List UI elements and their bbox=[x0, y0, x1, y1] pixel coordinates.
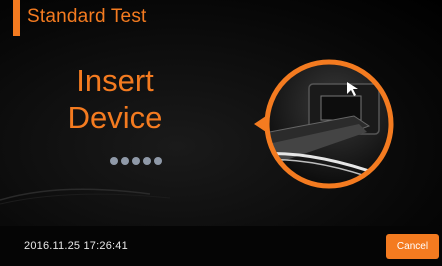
instruction-line-2: Device bbox=[67, 100, 163, 135]
progress-dot bbox=[154, 157, 162, 165]
progress-dot bbox=[132, 157, 140, 165]
instruction-line-1: Insert bbox=[76, 63, 154, 98]
progress-dot bbox=[121, 157, 129, 165]
progress-dot bbox=[110, 157, 118, 165]
progress-dot bbox=[143, 157, 151, 165]
header-accent-bar bbox=[13, 0, 20, 36]
test-screen: Standard Test Insert Device 2016.11.25 1… bbox=[0, 0, 442, 266]
footer: 2016.11.25 17:26:41 Cancel bbox=[0, 226, 442, 266]
header: Standard Test bbox=[0, 0, 442, 40]
device-insert-illustration-icon bbox=[264, 59, 394, 189]
cancel-button[interactable]: Cancel bbox=[386, 234, 439, 259]
progress-dots bbox=[110, 157, 162, 165]
page-title: Standard Test bbox=[27, 6, 147, 27]
datetime-label: 2016.11.25 17:26:41 bbox=[24, 240, 128, 252]
instruction-text: Insert Device bbox=[50, 62, 180, 136]
decorative-swoosh bbox=[0, 188, 171, 205]
